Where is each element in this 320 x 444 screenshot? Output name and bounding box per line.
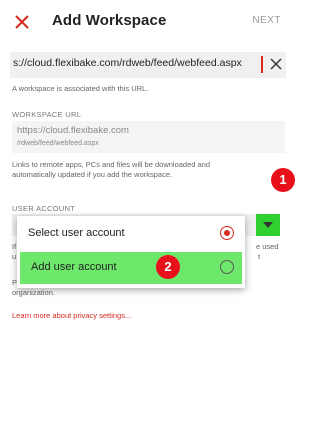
page-title: Add Workspace (52, 12, 167, 29)
clear-icon (270, 58, 282, 70)
privacy-notice-line2: organization. (12, 288, 55, 297)
radio-unselected-icon[interactable] (220, 260, 234, 274)
close-icon (15, 15, 29, 29)
text-caret (261, 56, 263, 73)
workspace-url-host: https://cloud.flexibake.com (17, 125, 129, 136)
url-hint: A workspace is associated with this URL. (12, 84, 149, 93)
option-add-user-account[interactable]: Add user account (20, 252, 242, 284)
url-input[interactable]: s://cloud.flexibake.com/rdweb/feed/webfe… (10, 52, 286, 78)
workspace-note-line2: automatically updated if you add the wor… (12, 170, 173, 179)
close-button[interactable] (12, 12, 32, 32)
add-workspace-screen: Add Workspace NEXT s://cloud.flexibake.c… (0, 0, 295, 444)
obscured-text-right-1: e used (256, 242, 279, 251)
url-input-value: s://cloud.flexibake.com/rdweb/feed/webfe… (13, 57, 242, 69)
option-label: Select user account (28, 227, 125, 239)
clear-url-button[interactable] (269, 57, 283, 71)
step-badge-1: 1 (271, 168, 295, 192)
obscured-text-right-2: t (258, 252, 261, 261)
radio-selected-icon[interactable] (220, 226, 234, 240)
workspace-url-path: /rdweb/feed/webfeed.aspx (17, 140, 99, 147)
privacy-settings-link[interactable]: Learn more about privacy settings... (12, 311, 131, 320)
workspace-url-label: WORKSPACE URL (12, 110, 82, 119)
user-account-dropdown-button[interactable] (256, 214, 280, 236)
chevron-down-icon (263, 222, 273, 228)
workspace-url-field: https://cloud.flexibake.com /rdweb/feed/… (12, 121, 285, 153)
obscured-text-left-2: u (12, 252, 17, 261)
header-bar: Add Workspace NEXT (0, 0, 295, 44)
step-badge-2: 2 (156, 255, 180, 279)
workspace-note-line1: Links to remote apps, PCs and files will… (12, 160, 211, 169)
user-account-popup: Select user account Add user account (17, 216, 245, 288)
option-label: Add user account (31, 261, 117, 273)
user-account-label: USER ACCOUNT (12, 204, 76, 213)
option-select-user-account[interactable]: Select user account (17, 218, 245, 250)
obscured-text-left-1: If (12, 242, 17, 251)
next-button[interactable]: NEXT (252, 15, 281, 26)
